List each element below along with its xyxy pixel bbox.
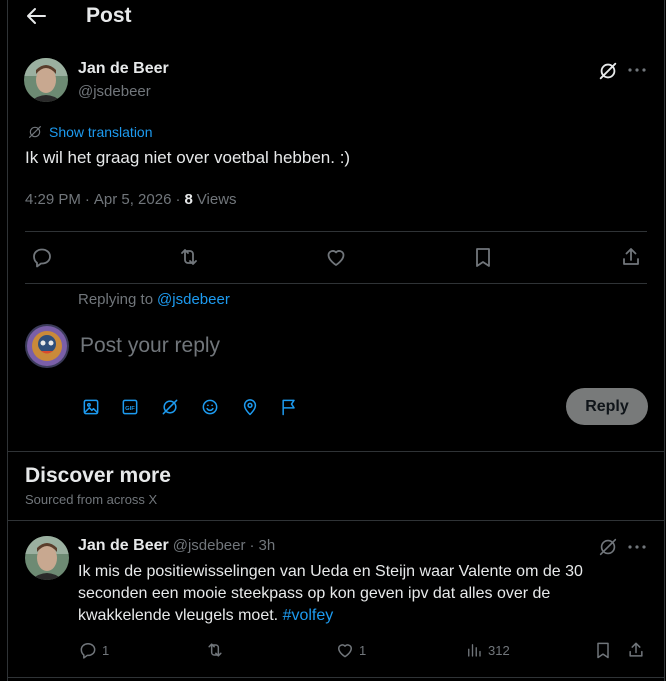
related-time[interactable]: 3h <box>259 537 276 554</box>
like-button[interactable] <box>324 245 348 269</box>
svg-text:GIF: GIF <box>125 406 135 412</box>
show-translation-link[interactable]: Show translation <box>27 123 153 141</box>
divider <box>8 451 665 452</box>
arrow-left-icon <box>27 8 46 24</box>
reply-count: 1 <box>102 642 110 658</box>
user-avatar[interactable] <box>25 324 69 368</box>
more-dots-icon <box>628 545 646 549</box>
reply-placeholder: Post your reply <box>80 334 221 357</box>
related-views-button[interactable]: 312 <box>465 640 510 660</box>
grok-icon <box>599 538 617 556</box>
reply-button[interactable] <box>30 245 54 269</box>
replying-to: Replying to @jsdebeer <box>78 291 230 308</box>
divider <box>25 283 647 284</box>
share-icon <box>623 248 639 265</box>
post-time[interactable]: 4:29 PM <box>25 191 81 208</box>
views-label: Views <box>196 191 237 208</box>
emoji-button[interactable] <box>200 397 220 417</box>
location-pin-icon <box>243 399 257 416</box>
related-reply-button[interactable]: 1 <box>78 640 109 660</box>
related-post-header: Jan de Beer @jsdebeer · 3h <box>78 537 275 555</box>
divider <box>25 231 647 232</box>
related-more-button[interactable] <box>626 537 648 557</box>
heart-icon <box>327 250 345 266</box>
views-count: 312 <box>488 642 510 658</box>
related-grok-button[interactable] <box>597 536 619 558</box>
avatar[interactable] <box>24 58 68 102</box>
repost-button[interactable] <box>177 245 201 269</box>
divider <box>8 677 665 678</box>
grok-icon <box>599 62 617 80</box>
more-dots-icon <box>628 68 646 72</box>
related-repost-button[interactable] <box>205 640 225 660</box>
discover-title: Discover more <box>25 464 171 487</box>
comment-icon <box>33 248 51 268</box>
related-avatar[interactable] <box>25 536 69 580</box>
grok-tool-button[interactable] <box>160 397 180 417</box>
meta-separator: · <box>84 191 90 208</box>
grok-icon <box>162 399 178 415</box>
bookmark-icon <box>597 642 609 659</box>
flag-button[interactable] <box>279 397 299 417</box>
analytics-icon <box>468 644 481 657</box>
discover-subtitle: Sourced from across X <box>25 492 158 507</box>
translate-icon <box>29 126 41 138</box>
reply-input[interactable]: Post your reply <box>80 334 550 360</box>
post-meta: 4:29 PM · Apr 5, 2026 · 8 Views <box>25 191 237 208</box>
related-post-body: Ik mis de positiewisselingen van Ueda en… <box>78 561 638 627</box>
divider <box>8 520 665 521</box>
replying-to-handle[interactable]: @jsdebeer <box>157 291 230 308</box>
media-button[interactable] <box>81 397 101 417</box>
page-title: Post <box>86 4 132 27</box>
back-button[interactable] <box>24 4 50 28</box>
show-translation-label: Show translation <box>49 124 153 140</box>
repost-icon <box>181 249 197 265</box>
author-name[interactable]: Jan de Beer <box>78 60 169 78</box>
grok-button[interactable] <box>597 60 619 82</box>
replying-to-prefix: Replying to <box>78 291 154 308</box>
heart-icon <box>338 644 352 658</box>
related-author-handle[interactable]: @jsdebeer <box>173 537 246 554</box>
emoji-icon <box>202 399 218 415</box>
bookmark-icon <box>476 248 490 267</box>
more-options-button[interactable] <box>626 60 648 80</box>
related-like-button[interactable]: 1 <box>335 640 366 660</box>
gif-button[interactable]: GIF <box>120 397 140 417</box>
related-bookmark-button[interactable] <box>593 640 613 660</box>
views-count: 8 <box>184 191 193 208</box>
hashtag-link[interactable]: #volfey <box>283 607 334 624</box>
comment-icon <box>80 643 96 659</box>
related-author-name[interactable]: Jan de Beer <box>78 537 169 555</box>
reply-submit-button[interactable]: Reply <box>566 388 648 425</box>
author-handle[interactable]: @jsdebeer <box>78 83 151 100</box>
related-share-button[interactable] <box>626 640 646 660</box>
location-button[interactable] <box>240 397 260 417</box>
image-icon <box>83 399 99 415</box>
meta-separator: · <box>175 191 181 208</box>
flag-icon <box>282 399 295 416</box>
post-date[interactable]: Apr 5, 2026 <box>94 191 172 208</box>
related-separator: · <box>249 537 255 554</box>
repost-icon <box>208 643 222 657</box>
gif-icon: GIF <box>122 399 138 415</box>
share-icon <box>629 642 643 657</box>
share-button[interactable] <box>619 245 643 269</box>
like-count: 1 <box>359 642 367 658</box>
bookmark-button[interactable] <box>471 245 495 269</box>
post-text: Ik wil het graag niet over voetbal hebbe… <box>25 148 351 167</box>
